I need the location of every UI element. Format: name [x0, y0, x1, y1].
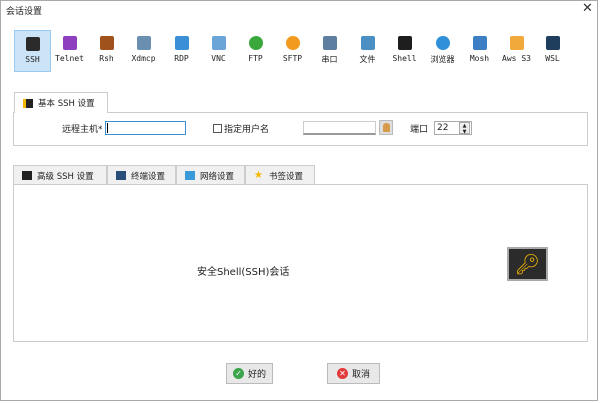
ftp-globe-icon	[248, 36, 263, 50]
protocol-label: VNC	[211, 54, 226, 63]
key-icon	[23, 98, 33, 108]
user-icon	[382, 123, 390, 132]
remote-host-input[interactable]	[105, 121, 186, 135]
key-icon	[22, 171, 32, 180]
tab-basic-ssh-settings[interactable]: 基本 SSH 设置	[14, 92, 108, 113]
protocol-label: Telnet	[55, 54, 84, 63]
protocol-label: 浏览器	[430, 55, 455, 64]
protocol-rdp[interactable]: RDP	[163, 30, 200, 72]
vnc-icon	[211, 36, 226, 50]
tab-label: 终端设置	[131, 171, 166, 182]
file-monitor-icon	[360, 36, 375, 50]
mosh-satellite-icon	[472, 36, 487, 50]
tab-label: 基本 SSH 设置	[38, 99, 95, 109]
protocol-label: Aws S3	[502, 54, 531, 63]
protocol-文件[interactable]: 文件	[349, 30, 386, 72]
tab-label: 书签设置	[269, 171, 304, 182]
basic-settings-panel: 远程主机* 指定用户名 端口 22 ▲ ▼	[13, 112, 588, 146]
aws-s3-icon	[509, 36, 524, 50]
cancel-button[interactable]: ✕ 取消	[327, 363, 380, 384]
protocol-mosh[interactable]: Mosh	[461, 30, 498, 72]
protocol-label: FTP	[248, 54, 263, 63]
close-icon[interactable]: ✕	[582, 1, 593, 16]
shell-terminal-icon	[397, 36, 412, 50]
key-icon: 🔑︎	[507, 247, 548, 281]
rsh-icon	[99, 36, 114, 50]
tab-key-settings[interactable]: 高级 SSH 设置	[13, 165, 107, 185]
tab-label: 网络设置	[200, 171, 235, 182]
sftp-globe-icon	[285, 36, 300, 50]
protocol-wsl[interactable]: WSL	[534, 30, 571, 72]
browser-globe-icon	[435, 36, 450, 50]
rdp-icon	[174, 36, 189, 50]
terminal-icon	[116, 171, 126, 180]
protocol-label: Rsh	[99, 54, 114, 63]
username-input[interactable]	[303, 121, 376, 135]
key-icon	[25, 37, 40, 51]
protocol-label: Xdmcp	[131, 54, 156, 63]
protocol-label: Mosh	[469, 54, 490, 63]
protocol-vnc[interactable]: VNC	[200, 30, 237, 72]
ok-label: 好的	[247, 370, 266, 380]
protocol-sftp[interactable]: SFTP	[274, 30, 311, 72]
cancel-icon: ✕	[336, 368, 348, 379]
session-description: 安全Shell(SSH)会话	[197, 267, 290, 278]
telnet-icon	[62, 36, 77, 50]
protocol-rsh[interactable]: Rsh	[88, 30, 125, 72]
specify-username-label: 指定用户名	[224, 125, 270, 135]
protocol-aws-s3[interactable]: Aws S3	[498, 30, 535, 72]
ok-button[interactable]: ✓ 好的	[226, 363, 273, 384]
protocol-label: WSL	[545, 54, 560, 63]
remote-host-label: 远程主机*	[62, 125, 103, 135]
protocol-telnet[interactable]: Telnet	[51, 30, 88, 72]
protocol-浏览器[interactable]: 浏览器	[424, 30, 461, 72]
text-cursor	[107, 123, 108, 133]
protocol-label: Shell	[392, 54, 417, 63]
protocol-label: 串口	[321, 55, 338, 64]
protocol-label: 文件	[359, 55, 376, 64]
protocol-ftp[interactable]: FTP	[237, 30, 274, 72]
xdmcp-icon	[136, 36, 151, 50]
protocol-ssh[interactable]: SSH	[14, 30, 51, 72]
window-title: 会话设置	[6, 7, 43, 17]
protocol-label: SFTP	[282, 54, 303, 63]
protocol-xdmcp[interactable]: Xdmcp	[125, 30, 162, 72]
tab-label: 高级 SSH 设置	[37, 171, 94, 182]
port-label: 端口	[410, 125, 429, 135]
protocol-label: SSH	[25, 55, 40, 64]
protocol-label: RDP	[174, 54, 189, 63]
session-settings-dialog: 会话设置 ✕ SSH Telnet Rsh Xdmcp RDP VNC FTP SFTP 串口 文…	[0, 0, 598, 401]
user-manager-button[interactable]	[379, 120, 393, 135]
tab-terminal-settings[interactable]: 终端设置	[107, 165, 176, 185]
cancel-label: 取消	[351, 370, 370, 380]
network-icon	[185, 171, 195, 180]
port-spinner[interactable]: ▲ ▼	[459, 122, 470, 135]
content-panel: 安全Shell(SSH)会话 🔑︎	[13, 184, 588, 342]
star-icon: ★	[254, 170, 263, 181]
tab-network-settings[interactable]: 网络设置	[176, 165, 245, 185]
check-icon: ✓	[232, 368, 244, 379]
tab-star-settings[interactable]: ★ 书签设置	[245, 165, 315, 185]
wsl-windows-icon	[545, 36, 560, 50]
serial-plug-icon	[322, 36, 337, 50]
protocol-shell[interactable]: Shell	[386, 30, 423, 72]
protocol-串口[interactable]: 串口	[311, 30, 348, 72]
specify-username-checkbox[interactable]	[213, 124, 222, 133]
